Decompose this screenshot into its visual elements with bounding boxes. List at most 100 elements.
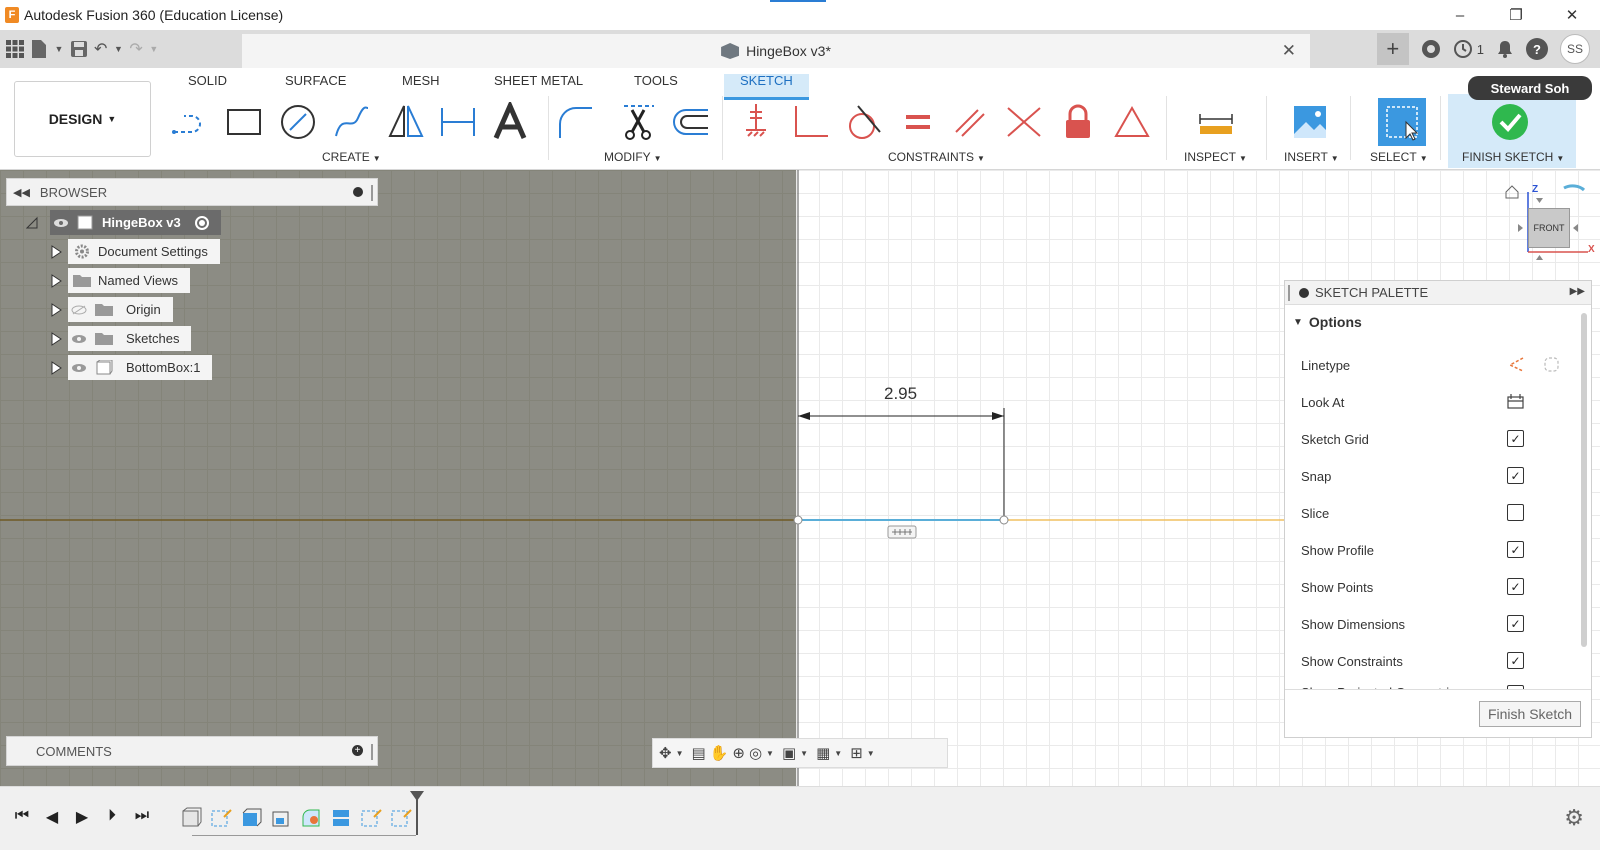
browser-root-row[interactable]: HingeBox v3 [26, 210, 221, 235]
add-comment-icon[interactable]: + [352, 745, 363, 756]
visibility-eye-icon[interactable] [50, 215, 72, 231]
options-section-header[interactable]: ▼ Options [1285, 305, 1591, 339]
tab-mesh[interactable]: MESH [402, 74, 440, 100]
view-cube[interactable]: Z X FRONT [1498, 176, 1598, 272]
parallel-constraint-icon[interactable] [950, 102, 990, 142]
tab-sketch[interactable]: SKETCH [724, 74, 809, 100]
panel-grip-icon[interactable] [1288, 285, 1290, 301]
pan-hand-icon[interactable]: ✋ [710, 744, 729, 762]
display-settings-icon[interactable]: ▣ [782, 744, 796, 762]
undo-icon[interactable]: ↶ [94, 37, 107, 61]
timeline-feature-extrude-icon[interactable] [240, 807, 262, 829]
look-at-icon[interactable] [1507, 393, 1524, 410]
data-panel-grid-icon[interactable] [6, 37, 24, 61]
browser-item-origin[interactable]: Origin [50, 297, 173, 322]
display-caret-icon[interactable]: ▼ [800, 749, 808, 758]
timeline-settings-gear-icon[interactable]: ⚙ [1564, 805, 1584, 831]
coincident-constraint-icon[interactable] [736, 102, 776, 142]
file-menu-caret-icon[interactable]: ▼ [54, 37, 64, 61]
tab-tools[interactable]: TOOLS [634, 74, 678, 100]
browser-item-document-settings[interactable]: Document Settings [50, 239, 220, 264]
horizontal-constraint-glyph-icon[interactable] [887, 525, 917, 539]
file-menu-icon[interactable] [30, 37, 48, 61]
viewcube-front-face[interactable]: FRONT [1528, 208, 1570, 248]
show-points-checkbox[interactable]: ✓ [1507, 578, 1524, 595]
tab-surface[interactable]: SURFACE [285, 74, 346, 100]
grid-caret-icon[interactable]: ▼ [834, 749, 842, 758]
activate-radio-icon[interactable] [194, 215, 209, 230]
spline-tool-icon[interactable] [332, 102, 372, 142]
minimize-button[interactable]: – [1432, 0, 1488, 30]
offset-tool-icon[interactable] [670, 102, 710, 142]
insert-image-icon[interactable] [1290, 102, 1330, 142]
job-status-icon[interactable] [1453, 39, 1473, 59]
canvas-viewport[interactable]: 2.95 ◀◀ BROWSER HingeBox v3 Document Set… [0, 170, 1600, 786]
tangent-constraint-icon[interactable] [844, 102, 884, 142]
close-tab-icon[interactable]: ✕ [1282, 41, 1296, 61]
redo-caret-icon[interactable]: ▼ [149, 37, 159, 61]
modify-group-label[interactable]: MODIFY ▼ [604, 150, 662, 164]
tab-solid[interactable]: SOLID [188, 74, 227, 100]
snap-checkbox[interactable]: ✓ [1507, 467, 1524, 484]
orbit-icon[interactable]: ✥ [659, 744, 672, 762]
browser-minimize-icon[interactable] [353, 187, 363, 197]
mirror-tool-icon[interactable] [386, 102, 426, 142]
palette-minimize-icon[interactable] [1299, 287, 1309, 298]
fillet-tool-icon[interactable] [556, 102, 596, 142]
close-window-button[interactable]: ✕ [1544, 0, 1600, 30]
go-to-end-icon[interactable]: ⏭ [134, 807, 150, 827]
new-tab-button[interactable]: + [1376, 33, 1409, 65]
measure-ruler-icon[interactable] [1196, 102, 1236, 142]
look-at-icon[interactable]: ▤ [692, 744, 706, 762]
sketch-point[interactable] [793, 515, 803, 525]
line-tool-icon[interactable] [170, 102, 210, 142]
viewports-icon[interactable]: ⊞ [850, 744, 863, 762]
browser-item-named-views[interactable]: Named Views [50, 268, 190, 293]
section-collapse-triangle-icon[interactable]: ▼ [1293, 317, 1303, 328]
collapse-triangle-icon[interactable] [26, 216, 38, 230]
inspect-group-label[interactable]: INSPECT ▼ [1184, 150, 1247, 164]
timeline-playhead[interactable] [410, 791, 424, 835]
collapse-browser-icon[interactable]: ◀◀ [13, 186, 30, 199]
collinear-constraint-icon[interactable] [1004, 102, 1044, 142]
up-arrow-icon[interactable] [1536, 198, 1543, 203]
zoom-caret-icon[interactable]: ▼ [766, 749, 774, 758]
document-tab[interactable]: HingeBox v3* ✕ [242, 34, 1310, 68]
expand-triangle-icon[interactable] [50, 273, 62, 288]
show-profile-checkbox[interactable]: ✓ [1507, 541, 1524, 558]
orbit-caret-icon[interactable]: ▼ [676, 749, 684, 758]
sketch-point[interactable] [999, 515, 1009, 525]
undo-caret-icon[interactable]: ▼ [113, 37, 123, 61]
zoom-icon[interactable]: ⊕ [732, 744, 745, 762]
save-icon[interactable] [70, 37, 88, 61]
palette-scrollbar[interactable] [1581, 313, 1587, 647]
construction-linetype-icon[interactable] [1507, 356, 1524, 373]
notifications-bell-icon[interactable] [1496, 39, 1514, 59]
sketch-grid-checkbox[interactable]: ✓ [1507, 430, 1524, 447]
rotate-view-arrow-icon[interactable] [1563, 184, 1586, 192]
browser-panel-header[interactable]: ◀◀ BROWSER [6, 178, 378, 206]
extensions-icon[interactable] [1421, 39, 1441, 59]
constraints-group-label[interactable]: CONSTRAINTS ▼ [888, 150, 985, 164]
expand-triangle-icon[interactable] [50, 360, 62, 375]
zoom-window-icon[interactable]: ◎ [749, 744, 762, 762]
sketch-palette-header[interactable]: SKETCH PALETTE ▶▶ [1285, 281, 1591, 305]
left-arrow-icon[interactable] [1518, 224, 1523, 232]
show-dimensions-checkbox[interactable]: ✓ [1507, 615, 1524, 632]
timeline-feature-box-icon[interactable] [180, 807, 202, 829]
centerline-linetype-icon[interactable] [1543, 356, 1560, 373]
browser-item-bottombox[interactable]: BottomBox:1 [50, 355, 213, 380]
insert-group-label[interactable]: INSERT ▼ [1284, 150, 1339, 164]
expand-triangle-icon[interactable] [50, 244, 62, 259]
user-avatar[interactable]: SS [1560, 34, 1590, 64]
redo-icon[interactable]: ↷ [129, 37, 142, 61]
help-icon[interactable]: ? [1526, 38, 1548, 60]
trim-scissors-icon[interactable] [618, 102, 658, 142]
go-to-start-icon[interactable]: ⏮ [14, 807, 30, 827]
select-tool-icon[interactable] [1378, 98, 1426, 146]
symmetry-triangle-icon[interactable] [1112, 102, 1152, 142]
timeline-feature-fillet-icon[interactable] [300, 807, 322, 829]
timeline-feature-sketch-icon[interactable] [390, 807, 412, 829]
tab-sheet-metal[interactable]: SHEET METAL [494, 74, 583, 100]
timeline-feature-sketch-icon[interactable] [210, 807, 232, 829]
